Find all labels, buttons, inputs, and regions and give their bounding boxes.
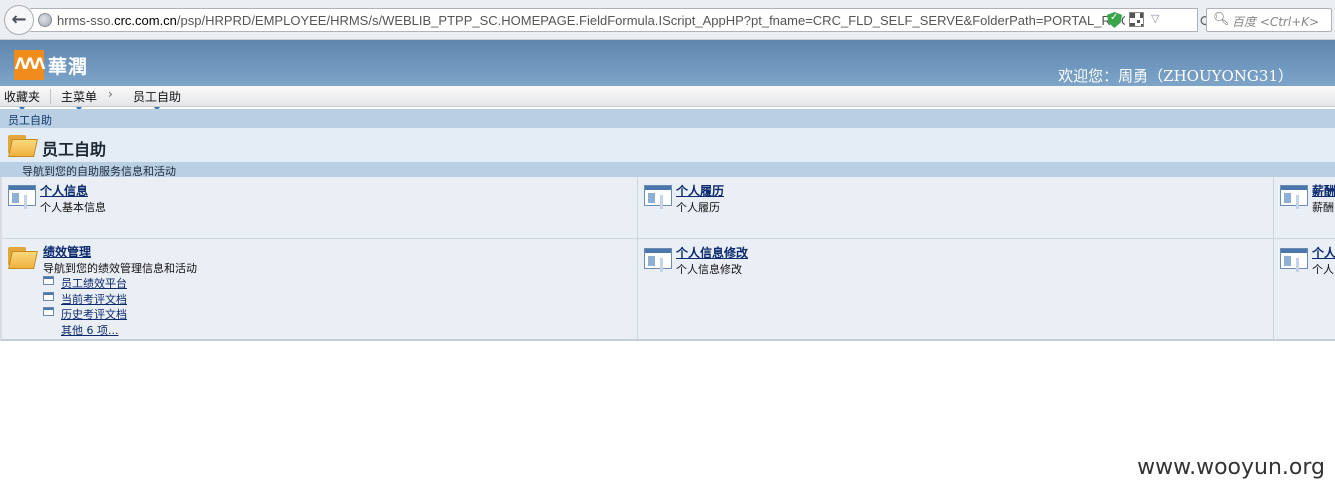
performance-platform-link[interactable]: 员工绩效平台 [61,275,127,291]
page-icon [43,292,54,301]
performance-desc: 导航到您的绩效管理信息和活动 [43,262,197,275]
page-icon [1280,248,1308,269]
nav-cell-salary: 薪酬 薪酬 [1274,177,1335,239]
menu-divider [50,89,51,104]
page-title: 员工自助 [42,140,107,159]
employee-self-service-menu[interactable]: 员工自助 [133,88,181,111]
nav-cell-performance: 绩效管理 导航到您的绩效管理信息和活动 员工绩效平台 当前考评文档 历史考评文档… [2,239,638,339]
nav-cell-personal-more: 个人 个人 [1274,239,1335,339]
main-menu[interactable]: 主菜单 [61,88,97,111]
portal-header: ᐱᐱᐱ 華潤 欢迎您：周勇（ZHOUYONG31） [0,40,1335,86]
logo-icon: ᐱᐱᐱ [14,50,45,80]
personal-info-edit-desc: 个人信息修改 [676,263,742,276]
more-items-link[interactable]: 其他 6 项... [61,322,118,338]
watermark: www.wooyun.org [1137,455,1325,480]
nav-cell-resume: 个人履历 个人履历 [638,177,1274,239]
chevron-right-icon: › [108,87,113,101]
personal-info-link[interactable]: 个人信息 [40,182,88,199]
menu-bar: 收藏夹 主菜单 › 员工自助 [0,86,1335,111]
page-icon [644,185,672,206]
url-text[interactable]: hrms-sso.crc.com.cn/psp/HRPRD/EMPLOYEE/H… [57,13,1125,28]
personal-more-link[interactable]: 个人 [1312,244,1335,261]
folder-icon [8,245,38,269]
search-icon: 🔍︎ [1213,12,1230,27]
history-appraisal-link[interactable]: 历史考评文档 [61,306,127,322]
current-appraisal-link[interactable]: 当前考评文档 [61,291,127,307]
page-description-bar: 导航到您的自助服务信息和活动 [0,162,1335,178]
address-bar[interactable]: hrms-sso.crc.com.cn/psp/HRPRD/EMPLOYEE/H… [30,8,1213,32]
salary-desc: 薪酬 [1312,201,1334,214]
search-input[interactable]: 🔍︎ 百度 <Ctrl+K> [1206,8,1332,32]
resume-desc: 个人履历 [676,201,720,214]
welcome-message: 欢迎您：周勇（ZHOUYONG31） [1058,67,1293,85]
search-placeholder: 百度 <Ctrl+K> [1232,15,1320,29]
breadcrumb: 员工自助 [0,109,1335,128]
nav-cell-personal-info: 个人信息 个人基本信息 [2,177,638,239]
browser-toolbar: hrms-sso.crc.com.cn/psp/HRPRD/EMPLOYEE/H… [0,0,1335,40]
resume-link[interactable]: 个人履历 [676,182,724,199]
folder-icon [8,133,38,157]
breadcrumb-item[interactable]: 员工自助 [8,112,52,128]
page-icon [644,248,672,269]
salary-link[interactable]: 薪酬 [1312,182,1335,199]
page-header: 员工自助 [0,128,1335,162]
page-icon [8,185,36,206]
back-button[interactable]: ← [4,5,34,35]
url-dropdown-icon[interactable]: ▽ [1151,12,1159,25]
page-icon [43,276,54,285]
globe-icon [38,13,52,27]
personal-info-edit-link[interactable]: 个人信息修改 [676,244,748,261]
personal-more-desc: 个人 [1312,263,1334,276]
personal-info-desc: 个人基本信息 [40,201,106,214]
qr-code-icon[interactable] [1129,12,1144,27]
logo-text: 華潤 [48,56,89,78]
page-icon [43,307,54,316]
page-icon [1280,185,1308,206]
navigation-grid: 个人信息 个人基本信息 个人履历 个人履历 薪酬 薪酬 绩效管理 导航到您的绩效… [0,177,1335,341]
nav-cell-personal-info-edit: 个人信息修改 个人信息修改 [638,239,1274,339]
performance-link[interactable]: 绩效管理 [43,243,91,260]
favorites-menu[interactable]: 收藏夹 [4,88,40,111]
